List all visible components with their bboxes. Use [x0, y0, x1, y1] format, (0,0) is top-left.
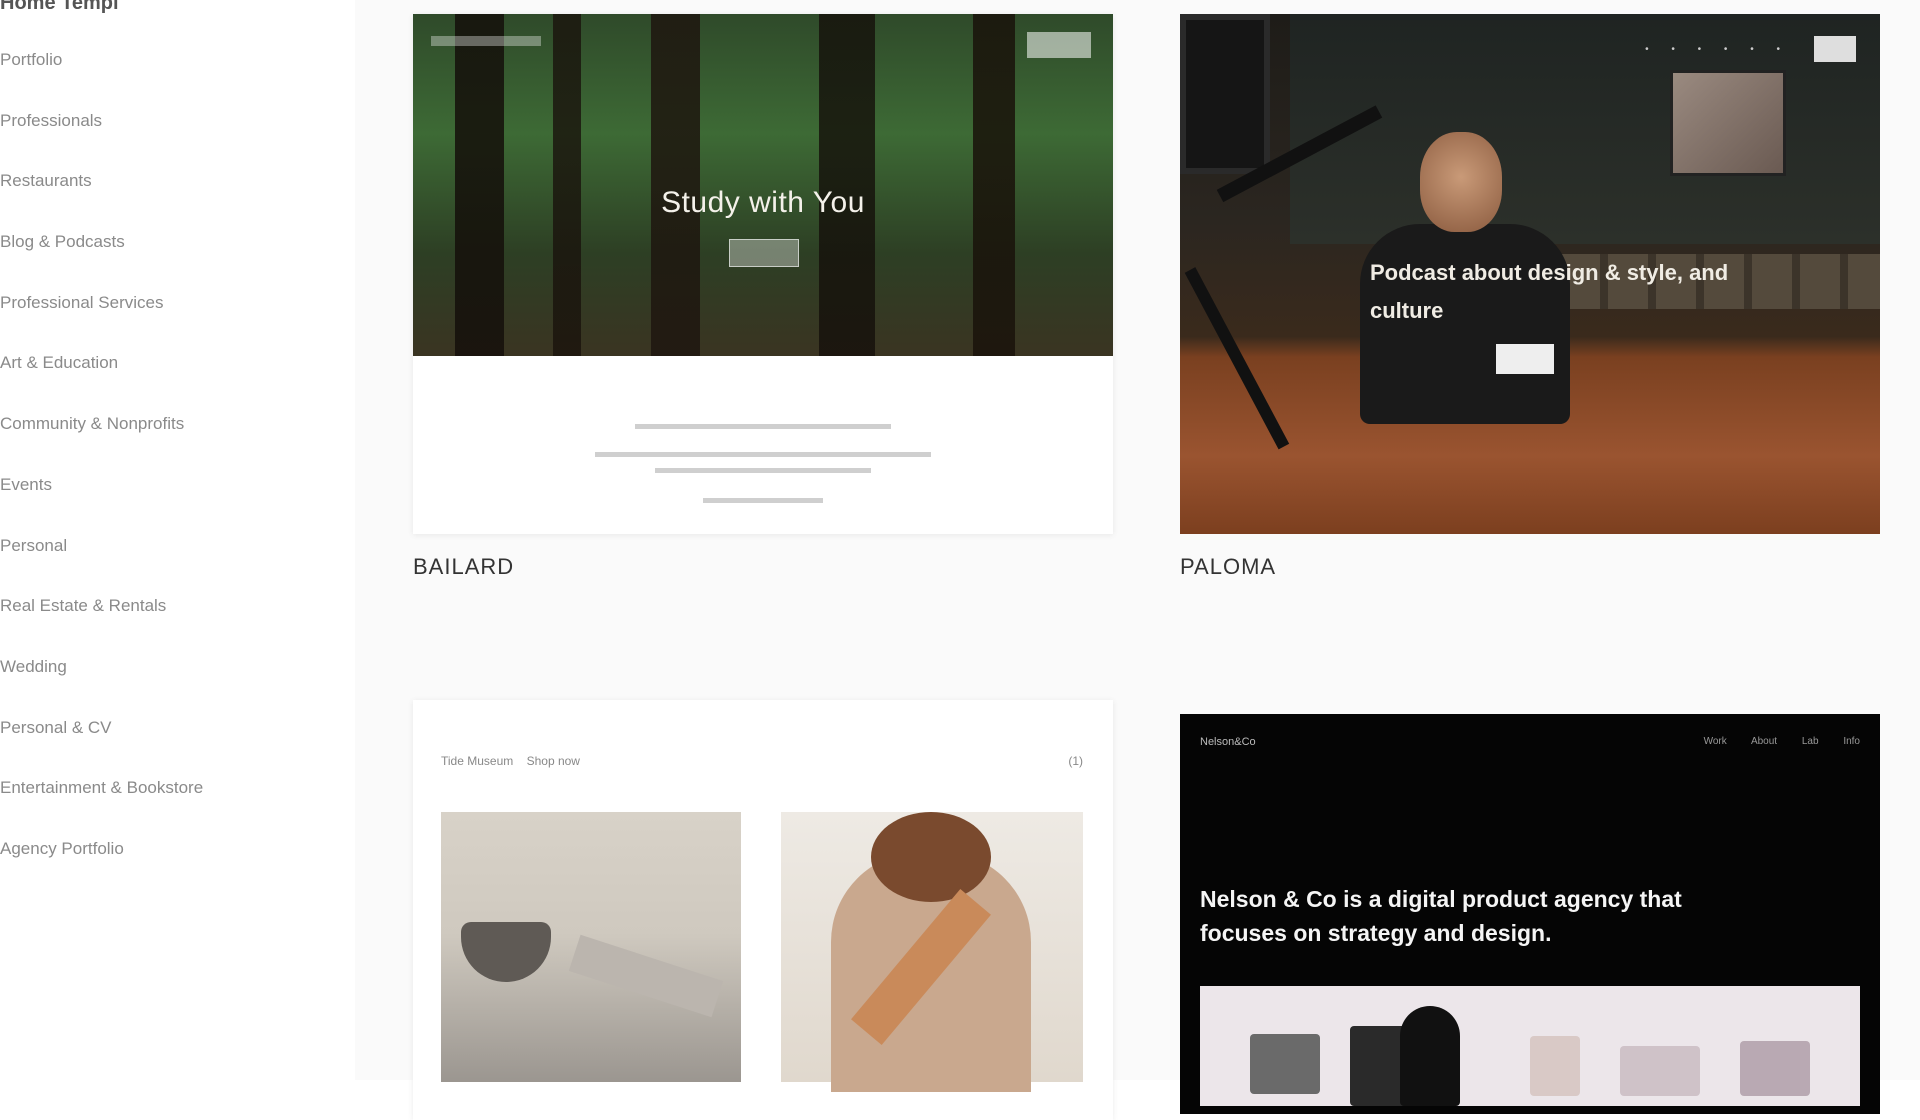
- body-link-line: [703, 498, 823, 503]
- template-card-agency[interactable]: Nelson&Co Work About Lab Info Nelson & C…: [1180, 714, 1880, 1114]
- showcase-object: [1740, 1041, 1810, 1096]
- category-list: Portfolio Professionals Restaurants Blog…: [0, 48, 203, 898]
- showcase-object: [1250, 1034, 1320, 1094]
- template-card-shop[interactable]: Tide Museum Shop now (1): [413, 700, 1113, 1120]
- category-item[interactable]: Personal & CV: [0, 716, 203, 777]
- showcase-object: [1620, 1046, 1700, 1096]
- category-item[interactable]: Community & Nonprofits: [0, 412, 203, 473]
- template-name[interactable]: PALOMA: [1180, 554, 1276, 580]
- template-preview[interactable]: • • • • • • Podcast about design & style…: [1180, 14, 1880, 534]
- category-item[interactable]: Entertainment & Bookstore: [0, 776, 203, 837]
- mug: [1496, 344, 1554, 374]
- category-item[interactable]: Art & Education: [0, 351, 203, 412]
- hero-overlay-text: Podcast about design & style, and cultur…: [1370, 260, 1729, 323]
- template-preview[interactable]: Tide Museum Shop now (1): [413, 700, 1113, 1120]
- shop-brand-sub: Shop now: [526, 754, 580, 768]
- hero-headline: Nelson & Co is a digital product agency …: [1200, 886, 1682, 946]
- sidebar-heading: Home Templ: [0, 0, 119, 14]
- nav-button: [1027, 32, 1091, 58]
- template-preview[interactable]: Nelson&Co Work About Lab Info Nelson & C…: [1180, 714, 1880, 1114]
- category-item[interactable]: Blog & Podcasts: [0, 230, 203, 291]
- hero-button: [729, 239, 799, 267]
- nav-button: [1814, 36, 1856, 62]
- category-item[interactable]: Portfolio: [0, 48, 203, 109]
- shop-brand: Tide Museum Shop now: [441, 754, 580, 768]
- model-hair: [871, 812, 991, 902]
- nav-links: Work About Lab Info: [1703, 736, 1860, 747]
- category-item[interactable]: Personal: [0, 534, 203, 595]
- template-preview[interactable]: Study with You: [413, 14, 1113, 534]
- wall-poster: [1180, 14, 1270, 174]
- template-category-sidebar: Home Templ Portfolio Professionals Resta…: [0, 0, 330, 1080]
- host-head: [1420, 132, 1502, 232]
- shop-brand-name: Tide Museum: [441, 754, 514, 768]
- template-card-paloma[interactable]: • • • • • • Podcast about design & style…: [1180, 14, 1880, 594]
- category-item[interactable]: Agency Portfolio: [0, 837, 203, 898]
- cart-count: (1): [1068, 754, 1083, 768]
- template-card-bailard[interactable]: Study with You BAILARD: [413, 14, 1113, 594]
- bowl-shape: [461, 922, 551, 982]
- product-showcase-strip: [1200, 986, 1860, 1106]
- template-gallery: Study with You BAILARD • • • • • • Podca…: [355, 0, 1920, 1120]
- body-text-line: [635, 424, 891, 429]
- template-name[interactable]: BAILARD: [413, 554, 514, 580]
- category-item[interactable]: Professionals: [0, 109, 203, 170]
- category-item[interactable]: Events: [0, 473, 203, 534]
- tray-shape: [568, 934, 724, 1018]
- site-logo: [431, 36, 541, 46]
- category-item[interactable]: Professional Services: [0, 291, 203, 352]
- body-text-line: [595, 452, 931, 457]
- category-item[interactable]: Real Estate & Rentals: [0, 594, 203, 655]
- showcase-object: [1530, 1036, 1580, 1096]
- product-image: [441, 812, 741, 1082]
- mic-stand: [1184, 267, 1290, 450]
- product-image: [781, 812, 1083, 1092]
- category-item[interactable]: Restaurants: [0, 169, 203, 230]
- studio-wall: [1290, 14, 1880, 244]
- studio-monitor: [1670, 70, 1786, 176]
- showcase-object: [1400, 1006, 1460, 1106]
- body-text-line: [655, 468, 871, 473]
- hero-title: Study with You: [661, 186, 865, 219]
- category-item[interactable]: Wedding: [0, 655, 203, 716]
- hero-image: Study with You: [413, 14, 1113, 356]
- site-logo: Nelson&Co: [1200, 736, 1256, 748]
- nav-links: • • • • • •: [1645, 44, 1790, 55]
